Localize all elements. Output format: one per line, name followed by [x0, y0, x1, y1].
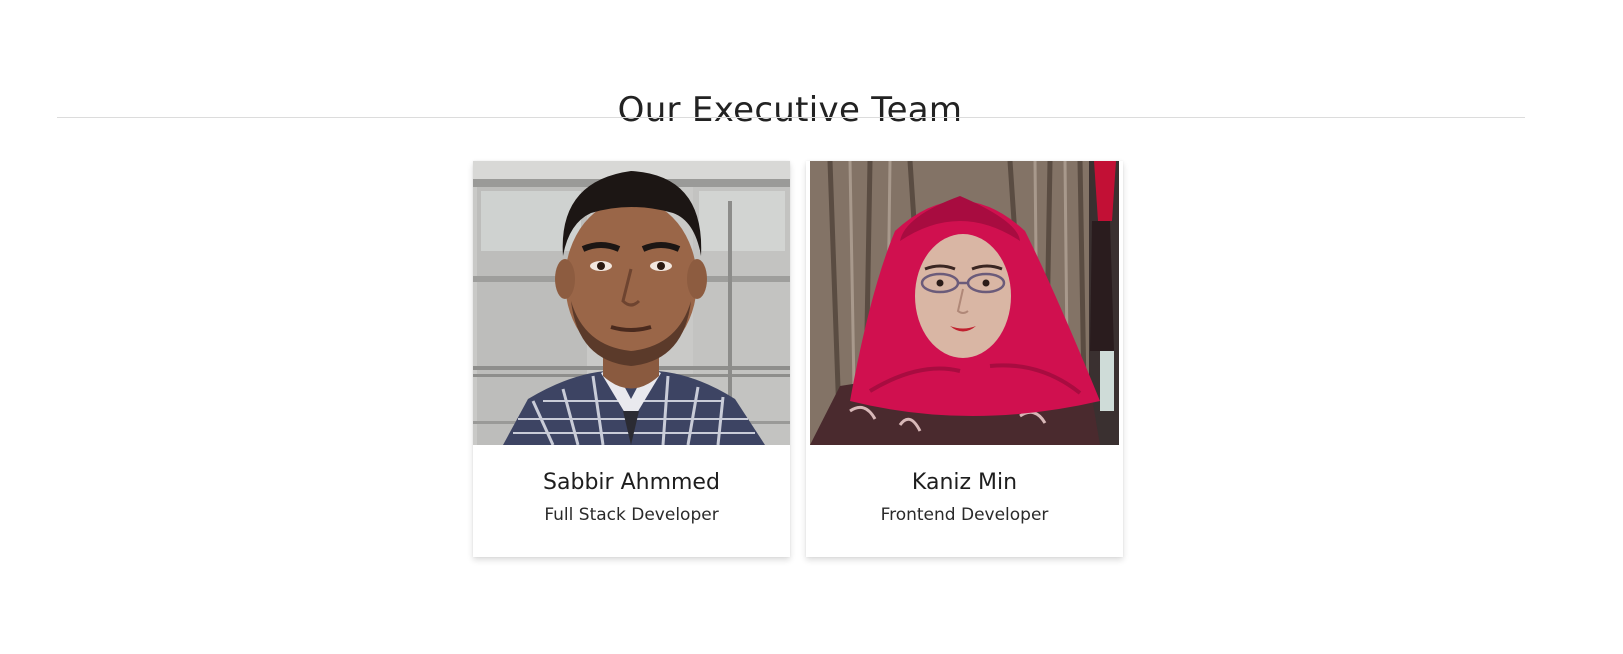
executive-team-section: Our Executive Team Sabbir Ahmmed Full St… — [0, 0, 1623, 654]
member-name: Sabbir Ahmmed — [543, 470, 720, 495]
section-title: Our Executive Team — [617, 90, 963, 131]
team-member-card[interactable]: Kaniz Min Frontend Developer — [806, 161, 1123, 557]
member-role: Frontend Developer — [880, 505, 1049, 525]
member-photo — [810, 161, 1119, 445]
member-name: Kaniz Min — [911, 470, 1018, 495]
team-member-card[interactable]: Sabbir Ahmmed Full Stack Developer — [473, 161, 790, 557]
member-photo — [473, 161, 790, 445]
member-role: Full Stack Developer — [544, 505, 719, 525]
title-divider — [57, 117, 1525, 118]
